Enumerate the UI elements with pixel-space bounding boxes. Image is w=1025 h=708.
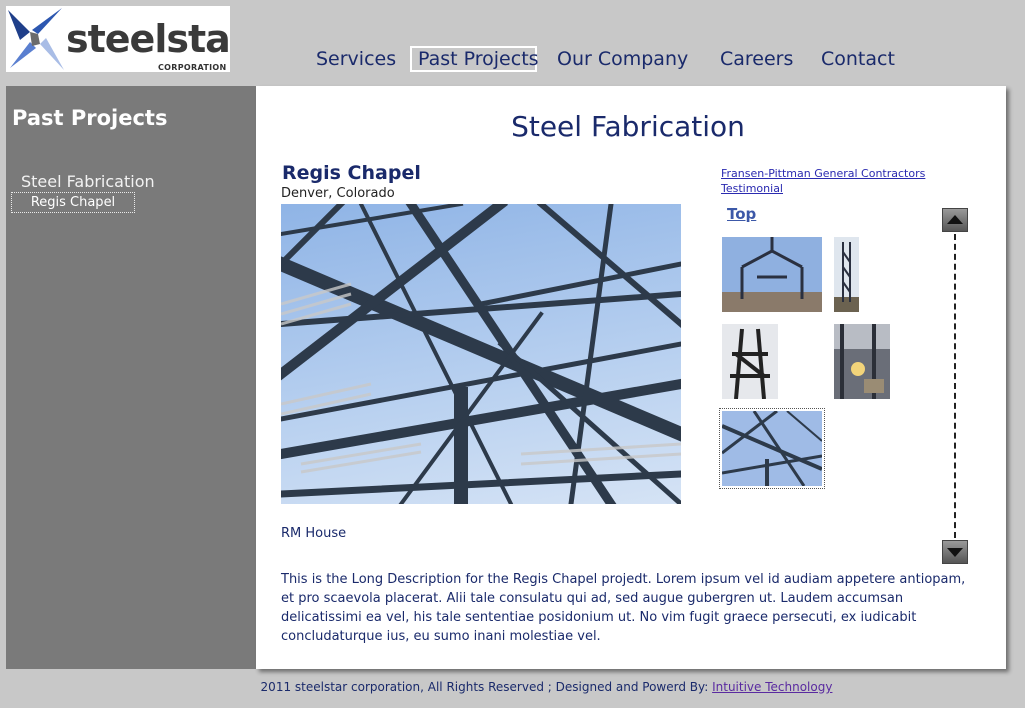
logo-wordmark: steelstar (66, 17, 230, 61)
page-title: Steel Fabrication (511, 110, 745, 143)
triangle-up-icon (947, 215, 963, 224)
sidebar-item-steel-fabrication[interactable]: Steel Fabrication (21, 172, 155, 191)
project-location: Denver, Colorado (281, 186, 395, 201)
triangle-down-icon (947, 548, 963, 557)
company-logo[interactable]: steelstar CORPORATION (6, 6, 230, 72)
project-thumbnail[interactable] (722, 237, 822, 312)
sidebar: Past Projects Steel Fabrication Regis Ch… (6, 86, 256, 669)
top-link[interactable]: Top (727, 205, 756, 223)
footer: 2011 steelstar corporation, All Rights R… (0, 680, 1025, 694)
project-description: This is the Long Description for the Reg… (281, 572, 966, 644)
nav-past-projects[interactable]: Past Projects (410, 46, 539, 72)
star-logo-icon (8, 8, 64, 70)
project-thumbnail-selected[interactable] (719, 408, 825, 489)
logo-subtitle: CORPORATION (158, 63, 227, 72)
footer-designer-link[interactable]: Intuitive Technology (712, 680, 832, 694)
nav-careers[interactable]: Careers (714, 46, 799, 72)
project-thumbnail[interactable] (722, 324, 778, 399)
project-title: Regis Chapel (282, 162, 421, 184)
footer-text: 2011 steelstar corporation, All Rights R… (260, 680, 713, 694)
project-links: Fransen-Pittman General Contractors Test… (721, 166, 951, 196)
project-thumbnail[interactable] (834, 324, 890, 399)
scroll-up-button[interactable] (942, 208, 968, 232)
sidebar-item-regis-chapel[interactable]: Regis Chapel (11, 192, 135, 213)
nav-our-company[interactable]: Our Company (551, 46, 694, 72)
nav-services[interactable]: Services (310, 46, 402, 72)
sidebar-title: Past Projects (12, 106, 168, 130)
scroll-track[interactable] (954, 234, 956, 538)
main-panel: Steel Fabrication Regis Chapel Denver, C… (256, 86, 1006, 669)
project-thumbnail[interactable] (834, 237, 859, 312)
next-project-link[interactable]: RM House (281, 526, 346, 541)
contractor-link[interactable]: Fransen-Pittman General Contractors (721, 166, 951, 181)
testimonial-link[interactable]: Testimonial (721, 181, 951, 196)
project-main-photo (281, 204, 681, 504)
scroll-down-button[interactable] (942, 540, 968, 564)
nav-contact[interactable]: Contact (815, 46, 901, 72)
